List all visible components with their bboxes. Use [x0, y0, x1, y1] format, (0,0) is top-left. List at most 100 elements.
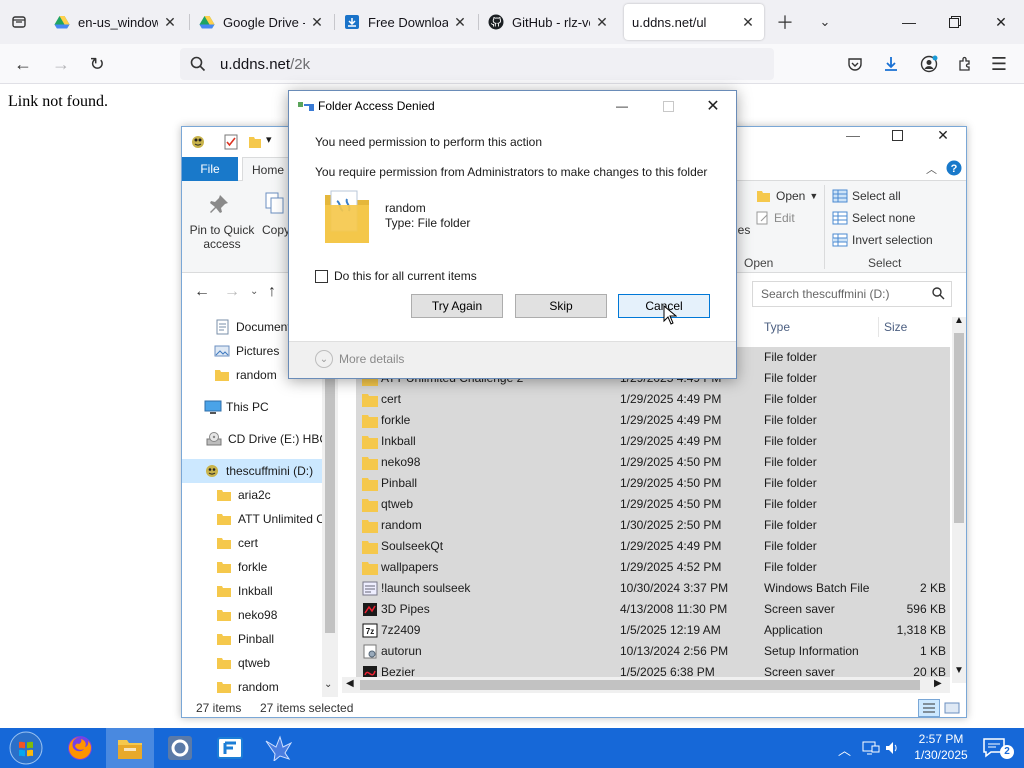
- search-input[interactable]: Search thescuffmini (D:): [752, 281, 952, 307]
- forward-icon[interactable]: →: [46, 50, 76, 78]
- nav-item-qtweb[interactable]: qtweb: [182, 651, 322, 675]
- taskbar-file-explorer[interactable]: [106, 728, 154, 768]
- table-row[interactable]: autorun 10/13/2024 2:56 PM Setup Informa…: [356, 641, 950, 662]
- taskbar-app-2[interactable]: [206, 728, 254, 768]
- nav-item-pinball[interactable]: Pinball: [182, 627, 322, 651]
- tab-file[interactable]: File: [182, 157, 238, 181]
- file-list-scroll-thumb[interactable]: [954, 333, 964, 523]
- try-again-button[interactable]: Try Again: [411, 294, 503, 318]
- file-list-horizontal-scrollbar[interactable]: ◀ ▶: [342, 677, 950, 693]
- recent-locations-icon[interactable]: ⌄: [250, 286, 258, 297]
- restore-icon[interactable]: [932, 0, 978, 44]
- table-row[interactable]: Pinball 1/29/2025 4:50 PM File folder: [356, 473, 950, 494]
- close-icon[interactable]: ✕: [920, 120, 966, 150]
- select-all-button[interactable]: Select all: [832, 189, 901, 203]
- table-row[interactable]: forkle 1/29/2025 4:49 PM File folder: [356, 410, 950, 431]
- scroll-down-icon[interactable]: ▼: [954, 665, 964, 676]
- tab-close-icon[interactable]: ✕: [740, 14, 756, 30]
- skip-button[interactable]: Skip: [515, 294, 607, 318]
- tab-4-active[interactable]: u.ddns.net/ul ✕: [624, 4, 764, 40]
- table-row[interactable]: Inkball 1/29/2025 4:49 PM File folder: [356, 431, 950, 452]
- properties-icon[interactable]: [224, 134, 238, 150]
- url-bar[interactable]: u.ddns.net/2k: [180, 48, 774, 80]
- chevron-down-icon[interactable]: ⌄: [810, 8, 840, 36]
- tab-close-icon[interactable]: ✕: [162, 14, 178, 30]
- ribbon-collapse-icon[interactable]: ︿: [926, 161, 937, 177]
- quick-access-dropdown-icon[interactable]: ▾: [266, 133, 272, 146]
- properties-button-fragment[interactable]: ies: [735, 223, 750, 237]
- pocket-icon[interactable]: [840, 50, 870, 78]
- column-header-type[interactable]: Type: [764, 313, 790, 341]
- table-row[interactable]: wallpapers 1/29/2025 4:52 PM File folder: [356, 557, 950, 578]
- apply-to-all-checkbox[interactable]: Do this for all current items: [315, 269, 477, 283]
- table-row[interactable]: cert 1/29/2025 4:49 PM File folder: [356, 389, 950, 410]
- table-row[interactable]: !launch soulseek 10/30/2024 3:37 PM Wind…: [356, 578, 950, 599]
- help-icon[interactable]: ?: [946, 160, 962, 176]
- forward-icon[interactable]: →: [224, 283, 240, 301]
- nav-item-this-pc[interactable]: This PC: [182, 395, 322, 419]
- nav-item-random-2[interactable]: random: [182, 675, 322, 697]
- nav-scroll-thumb[interactable]: [325, 343, 335, 633]
- nav-item-inkball[interactable]: Inkball: [182, 579, 322, 603]
- scroll-right-icon[interactable]: ▶: [934, 678, 942, 689]
- clock[interactable]: 2:57 PM 1/30/2025: [906, 731, 976, 763]
- tab-close-icon[interactable]: ✕: [452, 14, 468, 30]
- nav-item-cd-drive[interactable]: CD Drive (E:) HBC: [182, 427, 322, 451]
- column-header-size[interactable]: Size: [884, 313, 907, 341]
- nav-item-cert[interactable]: cert: [182, 531, 322, 555]
- volume-icon[interactable]: [884, 740, 900, 756]
- horizontal-scroll-thumb[interactable]: [360, 680, 920, 690]
- invert-selection-button[interactable]: Invert selection: [832, 233, 933, 247]
- tab-0[interactable]: en-us_windows ✕: [46, 4, 186, 40]
- back-icon[interactable]: ←: [8, 50, 38, 78]
- scroll-down-icon[interactable]: ⌄: [324, 679, 332, 690]
- menu-icon[interactable]: ☰: [984, 50, 1014, 78]
- start-button[interactable]: [2, 728, 50, 768]
- edit-button[interactable]: Edit: [756, 211, 795, 225]
- minimize-icon[interactable]: —: [886, 0, 932, 44]
- new-folder-icon[interactable]: [248, 134, 262, 150]
- nav-item-forkle[interactable]: forkle: [182, 555, 322, 579]
- more-details-toggle[interactable]: ⌄ More details: [315, 350, 404, 368]
- open-button[interactable]: Open ▼: [756, 189, 818, 203]
- taskbar-app-1[interactable]: [156, 728, 204, 768]
- pin-to-quick-access-button[interactable]: Pin to Quick access: [186, 223, 258, 251]
- tab-3[interactable]: GitHub - rlz-ve/x ✕: [480, 4, 618, 40]
- table-row[interactable]: qtweb 1/29/2025 4:50 PM File folder: [356, 494, 950, 515]
- maximize-icon[interactable]: [874, 120, 920, 150]
- minimize-icon[interactable]: —: [599, 91, 645, 121]
- tab-close-icon[interactable]: ✕: [309, 14, 325, 30]
- file-list-scrollbar[interactable]: ▲ ▼: [952, 315, 966, 683]
- tab-2[interactable]: Free Download I ✕: [336, 4, 476, 40]
- network-icon[interactable]: [862, 740, 880, 756]
- minimize-icon[interactable]: —: [830, 120, 876, 150]
- scroll-up-icon[interactable]: ▲: [954, 315, 964, 326]
- extensions-icon[interactable]: [950, 50, 980, 78]
- copy-button[interactable]: Copy: [262, 223, 290, 237]
- up-icon[interactable]: ↑: [268, 283, 276, 301]
- tab-home[interactable]: Home: [242, 157, 294, 181]
- checkbox-box[interactable]: [315, 269, 328, 283]
- download-icon[interactable]: [876, 50, 906, 78]
- details-view-icon[interactable]: [918, 699, 940, 717]
- new-tab-icon[interactable]: ＋: [770, 8, 800, 36]
- nav-item-thescuffmini[interactable]: thescuffmini (D:): [182, 459, 322, 483]
- table-row[interactable]: SoulseekQt 1/29/2025 4:49 PM File folder: [356, 536, 950, 557]
- nav-item-att-unlimited[interactable]: ATT Unlimited C: [182, 507, 322, 531]
- nav-item-aria2c[interactable]: aria2c: [182, 483, 322, 507]
- back-icon[interactable]: ←: [194, 283, 210, 301]
- show-hidden-icons-icon[interactable]: ︿: [838, 740, 851, 759]
- large-icons-view-icon[interactable]: [944, 700, 960, 716]
- scroll-left-icon[interactable]: ◀: [346, 678, 354, 689]
- close-icon[interactable]: ✕: [690, 91, 736, 121]
- table-row[interactable]: 3D Pipes 4/13/2008 11:30 PM Screen saver…: [356, 599, 950, 620]
- table-row[interactable]: random 1/30/2025 2:50 PM File folder: [356, 515, 950, 536]
- table-row[interactable]: neko98 1/29/2025 4:50 PM File folder: [356, 452, 950, 473]
- tab-1[interactable]: Google Drive - V ✕: [191, 4, 333, 40]
- reload-icon[interactable]: ↻: [82, 50, 112, 78]
- account-icon[interactable]: [914, 50, 944, 78]
- close-icon[interactable]: ✕: [978, 0, 1024, 44]
- taskbar-firefox[interactable]: [56, 728, 104, 768]
- taskbar-app-3[interactable]: [254, 728, 302, 768]
- select-none-button[interactable]: Select none: [832, 211, 915, 225]
